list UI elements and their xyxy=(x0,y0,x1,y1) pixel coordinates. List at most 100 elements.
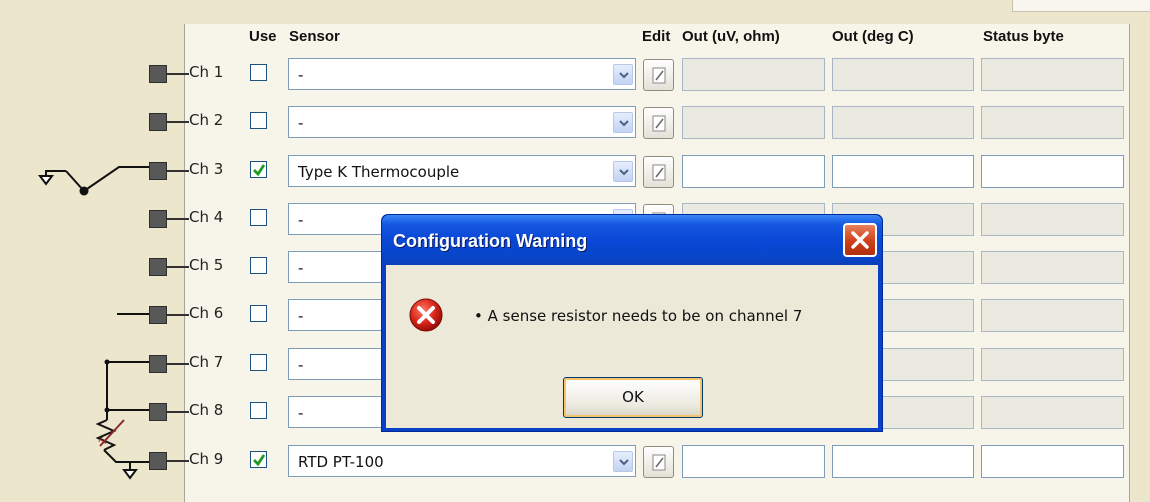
out-deg-c-field[interactable] xyxy=(832,445,974,478)
status-byte-field[interactable] xyxy=(981,445,1124,478)
dialog-title: Configuration Warning xyxy=(393,231,588,251)
top-right-panel-edge xyxy=(1012,0,1150,12)
terminal-lead-icon xyxy=(167,314,189,316)
error-icon xyxy=(409,298,443,332)
status-byte-field[interactable] xyxy=(981,106,1124,139)
use-checkbox[interactable] xyxy=(250,209,267,226)
terminal-icon xyxy=(149,306,167,324)
status-byte-field[interactable] xyxy=(981,203,1124,236)
channel-label: Ch 4 xyxy=(189,208,224,226)
header-use: Use xyxy=(249,28,277,45)
channel-label: Ch 3 xyxy=(189,160,224,178)
dialog-body: • A sense resistor needs to be on channe… xyxy=(386,265,878,428)
dialog-message: • A sense resistor needs to be on channe… xyxy=(474,307,803,325)
edit-pencil-icon xyxy=(652,454,666,471)
terminal-lead-icon xyxy=(167,266,189,268)
ok-button[interactable]: OK xyxy=(563,377,703,418)
header-out-uv-ohm: Out (uV, ohm) xyxy=(682,28,780,45)
terminal-lead-icon xyxy=(167,170,189,172)
sensor-select[interactable]: - xyxy=(288,58,636,90)
terminal-icon xyxy=(149,113,167,131)
sensor-select-value: - xyxy=(298,404,304,422)
dropdown-arrow-icon[interactable] xyxy=(613,112,633,133)
use-checkbox[interactable] xyxy=(250,161,267,178)
header-out-deg-c: Out (deg C) xyxy=(832,28,914,45)
channel-label: Ch 8 xyxy=(189,401,224,419)
sensor-select-value: - xyxy=(298,211,304,229)
out-deg-c-field[interactable] xyxy=(832,155,974,188)
status-byte-field[interactable] xyxy=(981,348,1124,381)
channel-row-1: Ch 1 - xyxy=(0,55,1150,93)
channel-label: Ch 9 xyxy=(189,450,224,468)
close-icon xyxy=(851,231,869,249)
status-byte-field[interactable] xyxy=(981,396,1124,429)
terminal-lead-icon xyxy=(167,121,189,123)
edit-pencil-icon xyxy=(652,67,666,84)
checkmark-icon xyxy=(253,164,266,177)
dropdown-arrow-icon[interactable] xyxy=(613,451,633,472)
sensor-select-value: - xyxy=(298,66,304,84)
edit-button[interactable] xyxy=(643,156,674,188)
sensor-select-value: - xyxy=(298,114,304,132)
use-checkbox[interactable] xyxy=(250,305,267,322)
configuration-warning-dialog: Configuration Warning • A sense resistor… xyxy=(381,214,883,432)
checkmark-icon xyxy=(253,454,266,467)
sensor-select-value: - xyxy=(298,356,304,374)
use-checkbox[interactable] xyxy=(250,112,267,129)
close-button[interactable] xyxy=(843,223,877,257)
terminal-lead-icon xyxy=(167,73,189,75)
terminal-icon xyxy=(149,65,167,83)
edit-pencil-icon xyxy=(652,115,666,132)
edit-button[interactable] xyxy=(643,446,674,478)
terminal-lead-icon xyxy=(167,460,189,462)
sensor-select[interactable]: Type K Thermocouple xyxy=(288,155,636,187)
header-sensor: Sensor xyxy=(289,28,340,45)
header-edit: Edit xyxy=(642,28,671,45)
out-uv-ohm-field[interactable] xyxy=(682,106,825,139)
channel-label: Ch 7 xyxy=(189,353,224,371)
channel-row-3: Ch 3 Type K Thermocouple xyxy=(0,152,1150,190)
channel-row-2: Ch 2 - xyxy=(0,103,1150,141)
sensor-select[interactable]: - xyxy=(288,106,636,138)
edit-button[interactable] xyxy=(643,107,674,139)
sensor-select-value: Type K Thermocouple xyxy=(298,163,460,181)
sensor-select-value: - xyxy=(298,259,304,277)
status-byte-field[interactable] xyxy=(981,251,1124,284)
out-uv-ohm-field[interactable] xyxy=(682,58,825,91)
header-status-byte: Status byte xyxy=(983,28,1064,45)
sensor-select-value: - xyxy=(298,307,304,325)
channel-label: Ch 2 xyxy=(189,111,224,129)
channel-label: Ch 6 xyxy=(189,304,224,322)
terminal-icon xyxy=(149,210,167,228)
out-deg-c-field[interactable] xyxy=(832,58,974,91)
terminal-icon xyxy=(149,355,167,373)
use-checkbox[interactable] xyxy=(250,64,267,81)
terminal-lead-icon xyxy=(167,411,189,413)
terminal-icon xyxy=(149,452,167,470)
status-byte-field[interactable] xyxy=(981,155,1124,188)
dialog-titlebar[interactable]: Configuration Warning xyxy=(382,215,882,265)
out-uv-ohm-field[interactable] xyxy=(682,445,825,478)
terminal-lead-icon xyxy=(167,218,189,220)
terminal-icon xyxy=(149,162,167,180)
dropdown-arrow-icon[interactable] xyxy=(613,161,633,182)
channel-row-9: Ch 9 RTD PT-100 xyxy=(0,442,1150,480)
use-checkbox[interactable] xyxy=(250,402,267,419)
sensor-select[interactable]: RTD PT-100 xyxy=(288,445,636,477)
out-deg-c-field[interactable] xyxy=(832,106,974,139)
terminal-lead-icon xyxy=(167,363,189,365)
status-byte-field[interactable] xyxy=(981,299,1124,332)
channel-label: Ch 5 xyxy=(189,256,224,274)
edit-button[interactable] xyxy=(643,59,674,91)
out-uv-ohm-field[interactable] xyxy=(682,155,825,188)
status-byte-field[interactable] xyxy=(981,58,1124,91)
use-checkbox[interactable] xyxy=(250,451,267,468)
use-checkbox[interactable] xyxy=(250,257,267,274)
channel-label: Ch 1 xyxy=(189,63,224,81)
terminal-icon xyxy=(149,258,167,276)
terminal-icon xyxy=(149,403,167,421)
sensor-select-value: RTD PT-100 xyxy=(298,453,384,471)
edit-pencil-icon xyxy=(652,164,666,181)
use-checkbox[interactable] xyxy=(250,354,267,371)
dropdown-arrow-icon[interactable] xyxy=(613,64,633,85)
